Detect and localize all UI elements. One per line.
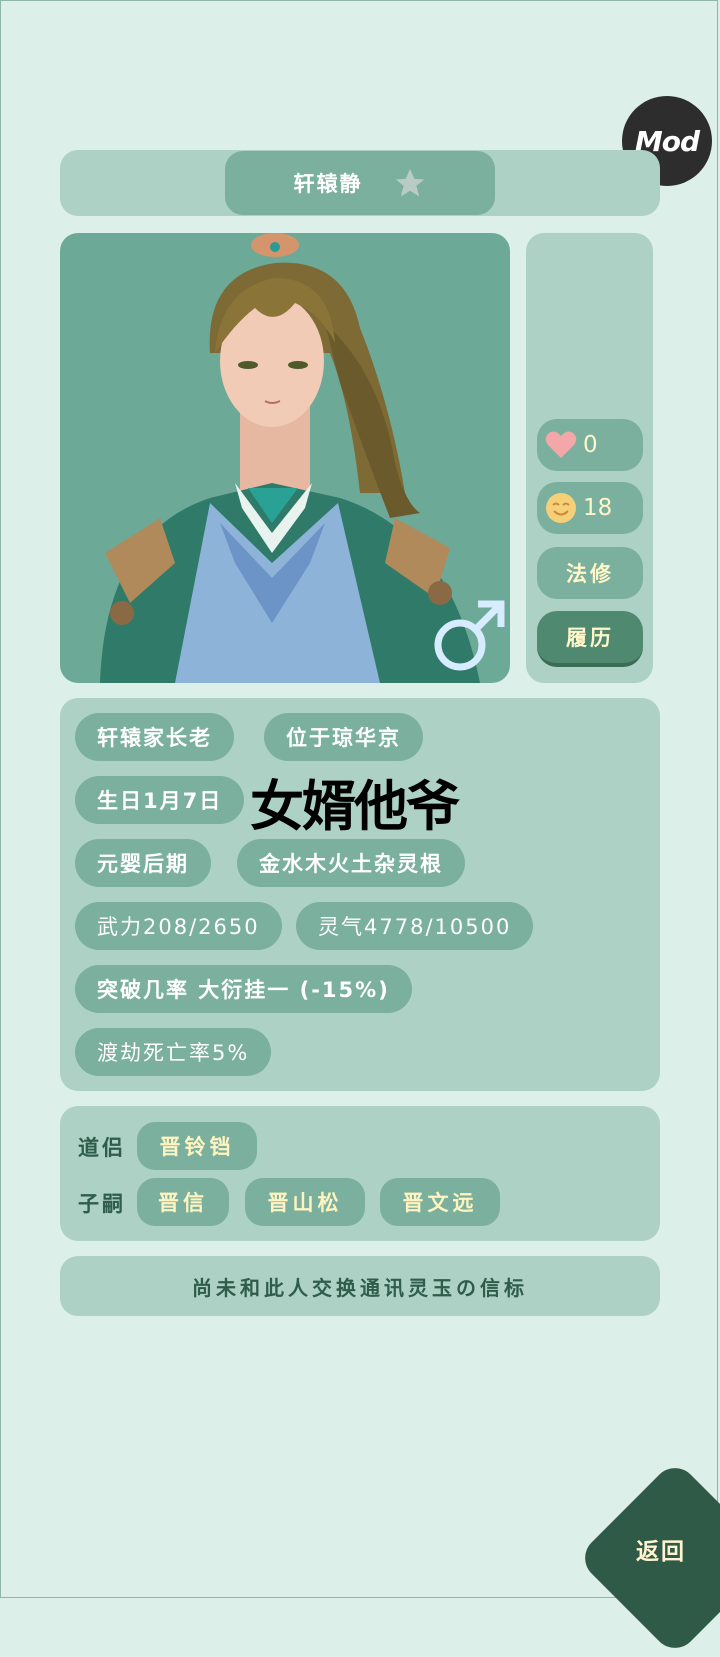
mood-value: 18 (583, 495, 613, 521)
location-chip: 位于琼华京 (264, 713, 423, 761)
partner-label: 道侣 (78, 1136, 126, 1160)
character-name: 轩辕静 (293, 172, 363, 196)
child-chip[interactable]: 晋山松 (245, 1178, 365, 1226)
partner-chip[interactable]: 晋铃铛 (137, 1122, 257, 1170)
character-name-tab[interactable]: 轩辕静 (225, 151, 495, 215)
male-icon (434, 600, 505, 671)
children-label: 子嗣 (78, 1192, 126, 1216)
affection-value: 0 (583, 432, 598, 458)
qi-chip: 灵气4778/10500 (296, 902, 534, 950)
history-button[interactable]: 履历 (537, 611, 643, 667)
child-chip[interactable]: 晋文远 (380, 1178, 500, 1226)
realm-chip: 元婴后期 (75, 839, 211, 887)
child-chip[interactable]: 晋信 (137, 1178, 229, 1226)
affection-stat[interactable]: 0 (537, 419, 643, 471)
star-icon[interactable] (393, 166, 427, 200)
overlay-title: 女婿他爷 (250, 775, 460, 838)
back-button-label[interactable]: 返回 (636, 1532, 686, 1566)
birthday-chip: 生日1月7日 (75, 776, 245, 824)
heart-icon (545, 431, 577, 458)
title-chip: 轩辕家长老 (75, 713, 234, 761)
smile-face-icon (546, 493, 576, 523)
mood-stat[interactable]: 18 (537, 482, 643, 534)
character-portrait (60, 233, 510, 683)
spirit-root-chip: 金水木火土杂灵根 (237, 839, 465, 887)
beacon-status-bar[interactable]: 尚未和此人交换通讯灵玉の信标 (60, 1256, 660, 1316)
tribulation-chip: 渡劫死亡率5% (75, 1028, 272, 1076)
force-chip: 武力208/2650 (75, 902, 282, 950)
breakthrough-chip: 突破几率 大衍挂一 (-15%) (75, 965, 412, 1013)
cultivation-type-button[interactable]: 法修 (537, 547, 643, 599)
